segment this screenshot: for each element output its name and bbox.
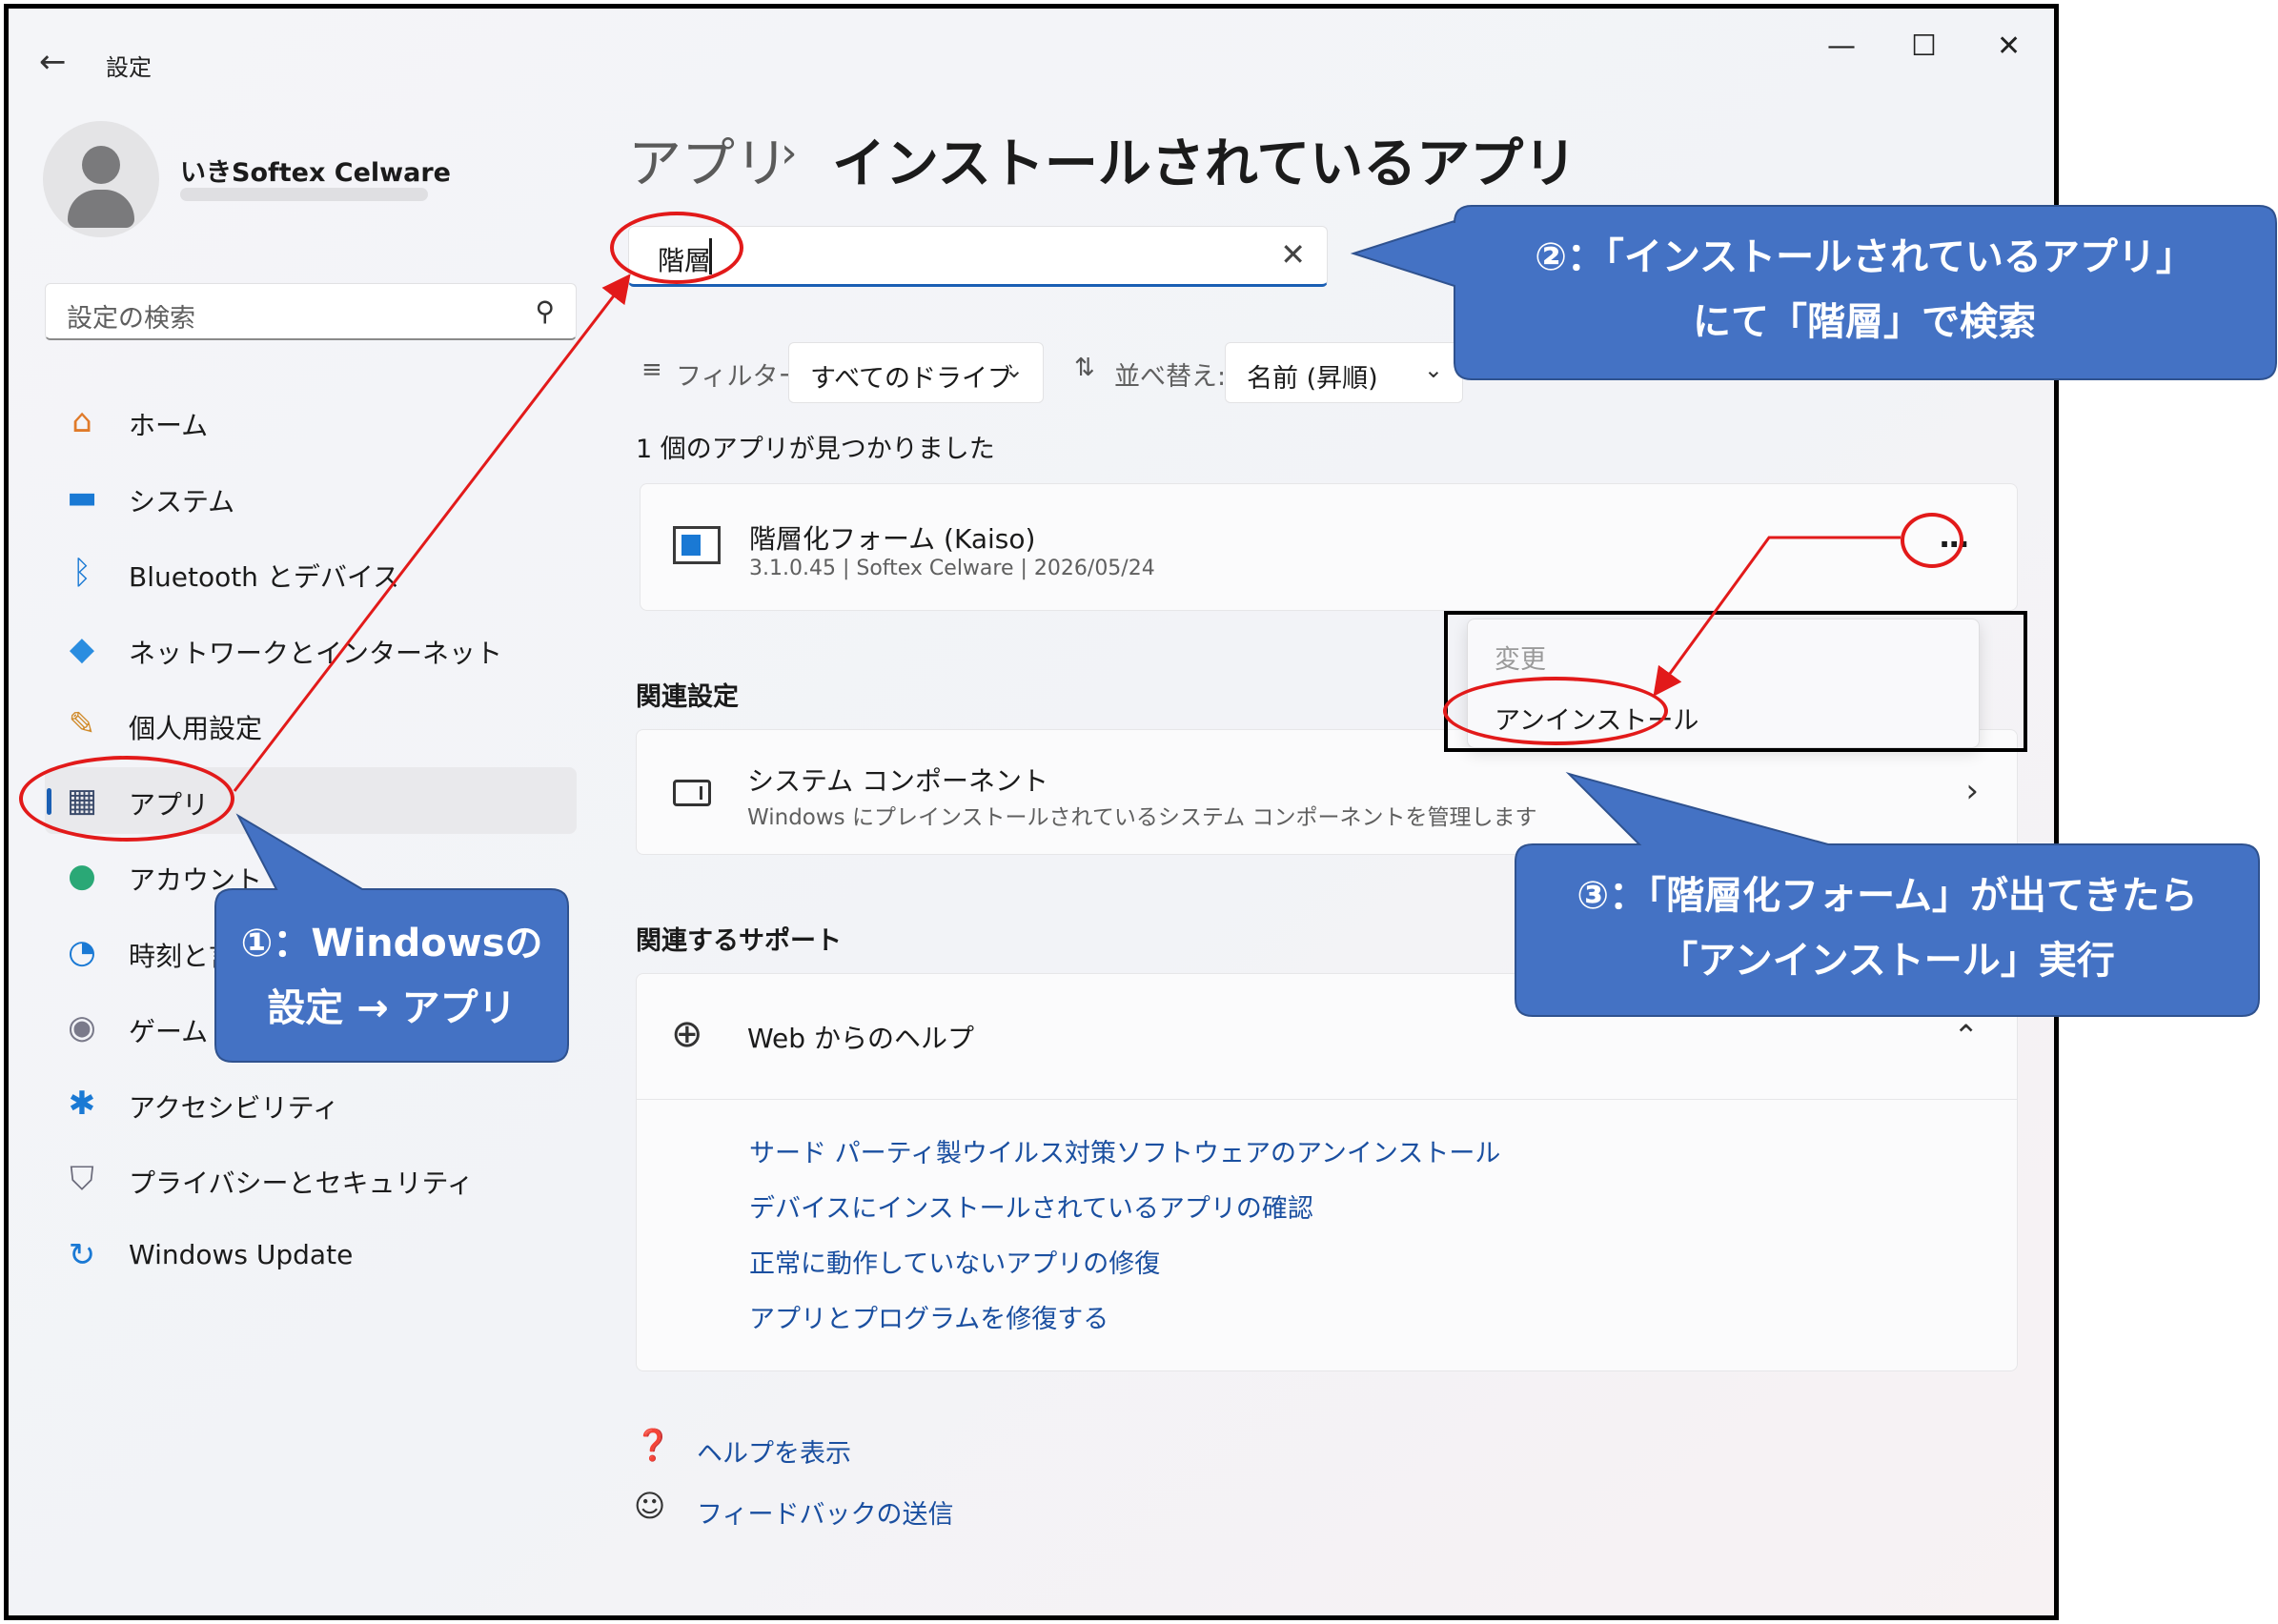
sidebar-item-account[interactable]: ● アカウント (45, 842, 577, 909)
sort-icon: ⇅ (1074, 354, 1095, 382)
results-count: 1 個のアプリが見つかりました (636, 435, 995, 464)
system-components-description: Windows にプレインストールされているシステム コンポーネントを管理します (747, 805, 1537, 830)
sort-dropdown[interactable]: 名前 (昇順) ⌄ (1225, 342, 1463, 403)
drive-filter-value: すべてのドライブ (810, 364, 1014, 394)
sidebar-item-label: Windows Update (129, 1238, 354, 1270)
avatar[interactable] (43, 121, 159, 237)
bluetooth-icon: ᛒ (71, 554, 92, 592)
sidebar-item-label: ネットワークとインターネット (129, 637, 503, 669)
close-icon[interactable]: ✕ (1997, 30, 2021, 63)
sidebar-item-label: ゲーム (129, 1016, 209, 1047)
shield-icon: ⛉ (70, 1160, 94, 1198)
feedback-icon: ☺ (634, 1488, 666, 1524)
sidebar-item-label: 個人用設定 (129, 713, 263, 744)
sidebar-item-accessibility[interactable]: ✱ アクセシビリティ (45, 1070, 577, 1137)
callout-step1: ①：Windowsの 設定 → アプリ (240, 922, 543, 1030)
sidebar-item-update[interactable]: ↻ Windows Update (45, 1222, 577, 1289)
help-link[interactable]: サード パーティ製ウイルス対策ソフトウェアのアンインストール (749, 1132, 1500, 1169)
user-email-redacted (180, 188, 428, 201)
maximize-icon[interactable]: ☐ (1911, 30, 1937, 63)
sidebar-item-wifi[interactable]: ◆ ネットワークとインターネット (45, 616, 577, 682)
clear-search-icon[interactable]: ✕ (1280, 236, 1306, 273)
sidebar-item-label: Bluetooth とデバイス (129, 561, 399, 593)
more-highlight-oval (1901, 513, 1963, 568)
back-arrow-icon[interactable]: ← (39, 43, 67, 81)
components-icon (673, 780, 711, 806)
app-list-item[interactable]: 階層化フォーム (Kaiso) 3.1.0.45 | Softex Celwar… (640, 483, 2018, 611)
app-window-icon (673, 526, 721, 564)
sidebar-item-label: システム (129, 485, 235, 518)
globe-help-icon: ⊕ (671, 1012, 703, 1056)
sidebar-item-label: プライバシーとセキュリティ (129, 1167, 474, 1199)
apps-highlight-oval (19, 756, 234, 842)
send-feedback-link[interactable]: フィードバックの送信 (697, 1493, 953, 1531)
get-help-link[interactable]: ヘルプを表示 (697, 1432, 851, 1470)
system-components-title: システム コンポーネント (747, 765, 1049, 797)
settings-search-placeholder: 設定の検索 (67, 304, 195, 334)
help-icon: ❓ (634, 1427, 672, 1463)
uninstall-highlight-oval (1443, 677, 1668, 745)
sidebar-item-bluetooth[interactable]: ᛒ Bluetooth とデバイス (45, 539, 577, 606)
sidebar-item-system[interactable]: ▬ システム (45, 464, 577, 531)
help-link[interactable]: デバイスにインストールされているアプリの確認 (749, 1188, 1313, 1225)
drive-filter-dropdown[interactable]: すべてのドライブ ⌄ (788, 342, 1044, 403)
app-meta: 3.1.0.45 | Softex Celware | 2026/05/24 (749, 557, 1155, 580)
filter-icon: ≡ (641, 355, 662, 384)
help-link[interactable]: 正常に動作していないアプリの修復 (749, 1243, 1160, 1280)
help-link[interactable]: アプリとプログラムを修復する (749, 1298, 1108, 1335)
chevron-down-icon: ⌄ (1423, 356, 1443, 383)
app-name: 階層化フォーム (Kaiso) (749, 523, 1036, 555)
game-icon: ◉ (68, 1008, 96, 1046)
breadcrumb-separator-icon: › (781, 129, 798, 177)
chevron-up-icon[interactable]: ⌃ (1953, 1018, 1979, 1054)
related-support-heading: 関連するサポート (636, 926, 842, 956)
chevron-down-icon: ⌄ (1004, 356, 1024, 383)
accessibility-icon: ✱ (68, 1084, 96, 1123)
search-icon: ⚲ (535, 295, 555, 327)
chevron-right-icon: › (1965, 772, 1979, 810)
minimize-icon[interactable]: — (1827, 30, 1856, 63)
clock-icon: ◔ (68, 932, 96, 971)
sidebar-item-home[interactable]: ⌂ ホーム (45, 388, 577, 455)
user-name: いきSoftex Celware (180, 158, 451, 188)
window-title: 設定 (106, 54, 152, 81)
wifi-icon: ◆ (69, 629, 95, 668)
web-help-title: Web からのヘルプ (747, 1023, 974, 1054)
account-icon: ● (68, 857, 96, 895)
web-help-card: ⊕ Web からのヘルプ ⌃ サード パーティ製ウイルス対策ソフトウェアのアンイ… (636, 973, 2018, 1371)
page-title: インストールされているアプリ (832, 133, 1577, 195)
related-settings-heading: 関連設定 (636, 682, 739, 712)
sidebar-item-brush[interactable]: ✎ 個人用設定 (45, 691, 577, 758)
sidebar-item-label: アカウント (129, 864, 263, 896)
sidebar-item-label: アクセシビリティ (129, 1091, 339, 1124)
search-highlight-oval (610, 212, 743, 284)
settings-search-input[interactable]: 設定の検索 ⚲ (45, 283, 577, 340)
sidebar-item-label: ホーム (129, 410, 209, 441)
update-icon: ↻ (68, 1235, 96, 1274)
callout-step2: ②：「インストールされているアプリ」 にて「階層」で検索 (1535, 235, 2194, 344)
callout-step3: ③：「階層化フォーム」が出てきたら 「アンインストール」実行 (1576, 874, 2198, 983)
system-icon: ▬ (66, 477, 98, 517)
home-icon: ⌂ (71, 402, 92, 440)
sidebar-item-shield[interactable]: ⛉ プライバシーとセキュリティ (45, 1146, 577, 1212)
brush-icon: ✎ (68, 705, 96, 743)
sort-value: 名前 (昇順) (1247, 364, 1378, 394)
sort-label: 並べ替え: (1114, 362, 1227, 392)
breadcrumb-parent[interactable]: アプリ (628, 121, 788, 198)
